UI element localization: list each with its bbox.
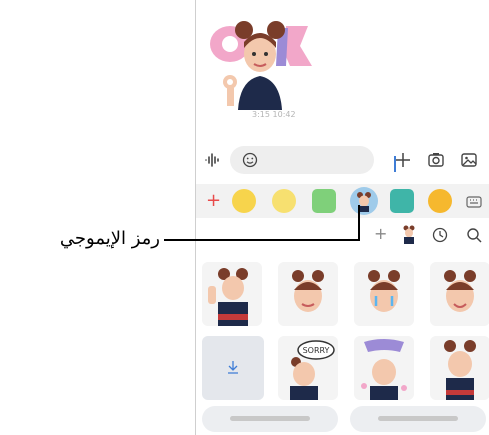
plus-icon[interactable] xyxy=(394,151,412,169)
tray-emoji-2[interactable] xyxy=(272,189,296,213)
bottom-button-left[interactable] xyxy=(202,406,338,432)
sticker-face-smile[interactable] xyxy=(278,262,338,326)
bottom-button-left-label xyxy=(230,416,310,421)
sticker-face-cry[interactable] xyxy=(354,262,414,326)
callout-label: رمز الإيموجي xyxy=(59,228,160,249)
smiley-icon[interactable] xyxy=(242,152,258,168)
tray-emoji-yellow[interactable] xyxy=(428,189,452,213)
sticker-subrow: + xyxy=(196,222,489,250)
callout-connector xyxy=(358,205,360,241)
svg-text:SORRY: SORRY xyxy=(303,346,330,355)
waveform-icon[interactable] xyxy=(204,151,222,169)
avatar-icon[interactable] xyxy=(402,225,416,245)
sticker-wave[interactable] xyxy=(202,262,262,326)
message-input[interactable] xyxy=(230,146,396,174)
composer-row xyxy=(196,142,489,178)
search-icon[interactable] xyxy=(466,227,482,243)
message-timestamp: 3:15 10:42 xyxy=(252,110,296,119)
download-stickers-button[interactable] xyxy=(202,336,264,400)
clock-icon[interactable] xyxy=(432,227,448,243)
bottom-button-right[interactable] xyxy=(350,406,486,432)
avatar-ok-sticker xyxy=(210,21,312,110)
keyboard-icon[interactable] xyxy=(466,194,482,208)
callout-line xyxy=(164,239,360,241)
image-icon[interactable] xyxy=(460,151,478,169)
tray-emoji-1[interactable] xyxy=(232,189,256,213)
camera-icon[interactable] xyxy=(427,151,445,169)
bottom-button-right-label xyxy=(378,416,458,421)
add-sticker-button[interactable]: + xyxy=(206,190,221,211)
sticker-face-wink[interactable] xyxy=(430,262,489,326)
sticker-neutral[interactable] xyxy=(430,336,489,400)
download-icon xyxy=(228,361,238,374)
sticker-thanks[interactable] xyxy=(354,336,414,400)
sticker-tray: + xyxy=(196,184,489,218)
sent-sticker-message[interactable] xyxy=(208,10,320,110)
tray-sticker-teal[interactable] xyxy=(390,189,414,213)
phone-screen: 3:15 10:42 + + SORRY xyxy=(195,0,489,435)
tray-ar-emoji-selected[interactable] xyxy=(350,187,378,215)
sticker-sorry[interactable]: SORRY xyxy=(278,336,338,400)
add-avatar-button[interactable]: + xyxy=(374,224,387,243)
tray-sticker-green[interactable] xyxy=(312,189,336,213)
avatar-face-icon xyxy=(357,192,371,212)
